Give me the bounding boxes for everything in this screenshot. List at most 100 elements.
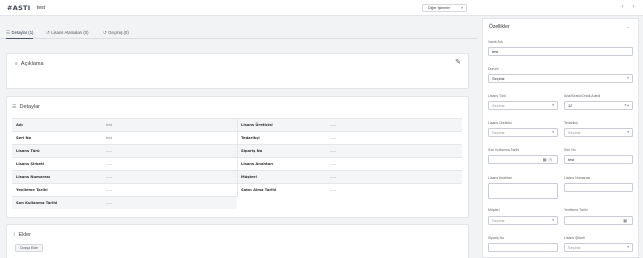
detail-value: ----- [106,175,113,179]
add-file-button[interactable]: Dosya Ekle [15,244,43,252]
detail-value: ----- [330,188,337,192]
other-actions-label: Diğer İşlemler [428,6,451,10]
chevron-down-icon: ▾ [627,76,629,80]
description-card: ≡ Açıklama ✎ [6,53,469,89]
license-key-textarea[interactable] [488,183,558,199]
license-key-label: Lisans Anahtarı [488,176,513,180]
order-number-field[interactable] [488,243,558,252]
detail-value: ----- [106,188,113,192]
detail-value: ----- [106,162,113,166]
other-actions-button[interactable]: Diğer İşlemler ▾ [422,4,467,12]
pencil-icon[interactable]: ✎ [455,58,461,66]
page-title: test [37,5,46,11]
detail-label: Lisans Numarası [16,175,51,179]
description-title-label: Açıklama [20,61,44,67]
tab-history[interactable]: ↺ Geçmiş (0) [103,30,129,39]
text-icon: ≡ [15,61,18,67]
status-select[interactable]: Seçiniz ▾ [488,74,633,83]
license-number-field[interactable] [564,183,633,192]
detail-value: ----- [330,123,337,127]
attachments-title-label: Ekler [18,232,31,238]
chevron-down-icon: ▾ [627,245,629,249]
calendar-clock-icon: ▦◷ [542,157,554,162]
table-row: Yenileme Tarihi ----- Satın Alma Tarihi … [12,183,462,197]
detail-value: ----- [330,175,337,179]
tab-details-label: Detaylar (1) [11,30,34,35]
detail-label: Lisans Şirketi [16,162,45,166]
supplier-value: Seçiniz [568,130,581,135]
tab-license-assignments[interactable]: ↺ Lisans Atamaları (0) [46,30,89,39]
serial-label: Seri No [564,148,576,152]
detail-value: test [106,123,112,127]
customer-value: Seçiniz [492,218,505,223]
attachments-card: ⌇ Ekler [6,224,469,258]
count-label: Ana/Kiralık/Ortak Adedi [564,94,601,98]
detail-label: Müşteri [241,175,257,179]
detail-value: ----- [330,136,337,140]
table-row: Adı test Lisans Üreticisi ----- [12,118,462,132]
detail-label: Lisans Üreticisi [241,123,273,127]
renewal-label: Yenileme Tarihi [564,208,588,212]
chevron-down-icon: ▾ [627,130,629,134]
serial-field[interactable]: test [564,155,633,164]
license-type-value: Seçiniz [492,103,505,108]
asset-name-field[interactable]: test [488,47,633,56]
expiry-label: Son Kullanma Tarihi [488,148,520,152]
maker-value: Seçiniz [492,130,505,135]
order-number-label: Sipariş No [488,236,505,240]
license-type-select[interactable]: Seçiniz ▾ [488,101,558,110]
customer-select[interactable]: Seçiniz ▾ [488,216,558,225]
tab-license-assignments-label: Lisans Atamaları (0) [51,30,89,35]
table-row: Son Kullanma Tarihi ----- [12,196,237,209]
table-row: Seri No test Tedarikçi ----- [12,131,462,145]
history-icon: ↺ [46,30,50,35]
chevron-down-icon: ▾ [552,218,554,222]
maker-select[interactable]: Seçiniz ▾ [488,128,558,137]
chevron-down-icon[interactable]: ⌄ [627,24,630,29]
customer-label: Müşteri [488,208,500,212]
properties-title: Özellikler [489,24,510,30]
description-title: ≡ Açıklama [15,61,44,67]
count-stepper[interactable]: 12 ▾ ▴ [564,101,633,110]
license-company-label: Lisans Şirketi [564,236,585,240]
expiry-date-field[interactable]: ▦◷ [488,155,558,164]
stepper-arrows-icon: ▾ ▴ [624,103,629,107]
next-record-button[interactable]: › [630,4,637,12]
detail-value: ----- [106,201,113,205]
supplier-label: Tedarikçi [564,121,578,125]
license-type-label: Lisans Türü [488,94,507,98]
paperclip-icon: ⌇ [13,232,16,238]
list-icon: ☰ [12,104,17,110]
maker-label: Lisans Üreticisi [488,121,512,125]
status-label: Durum [488,67,499,71]
history-icon: ↺ [103,30,107,35]
top-bar: #ASTI test Diğer İşlemler ▾ ‹ › [0,0,643,16]
attachments-title: ⌇ Ekler [13,232,31,238]
table-row: Lisans Türü ----- Sipariş No ----- [12,144,462,158]
detail-label: Tedarikçi [241,136,260,140]
chevron-down-icon: ▾ [552,130,554,134]
tab-bar: ☰ Detaylar (1) ↺ Lisans Atamaları (0) ↺ Geç… [0,27,478,39]
chevron-down-icon: ▾ [552,103,554,107]
detail-label: Son Kullanma Tarihi [16,201,58,205]
table-row: Lisans Şirketi ----- Lisans Anahtarı ---… [12,157,462,171]
divider [237,184,238,197]
details-title: ☰ Detaylar [12,104,40,110]
previous-record-button[interactable]: ‹ [619,4,626,12]
detail-value: ----- [330,149,337,153]
license-company-select[interactable]: Seçiniz ▾ [564,243,633,252]
status-value: Seçiniz [492,76,505,81]
tab-details[interactable]: ☰ Detaylar (1) [6,30,34,39]
detail-label: Satın Alma Tarihi [241,188,277,192]
license-company-value: Seçiniz [568,245,581,250]
chevron-down-icon: ▾ [461,6,463,10]
table-row: Lisans Numarası ----- Müşteri ----- [12,170,462,184]
count-value: 12 [568,103,573,108]
detail-value: test [106,136,112,140]
detail-value: ----- [330,162,337,166]
renewal-date-field[interactable]: ▦ [564,216,633,225]
detail-label: Yenileme Tarihi [16,188,48,192]
asset-name-label: Varlık Adı [488,40,503,44]
detail-label: Sipariş No [241,149,263,153]
supplier-select[interactable]: Seçiniz ▾ [564,128,633,137]
